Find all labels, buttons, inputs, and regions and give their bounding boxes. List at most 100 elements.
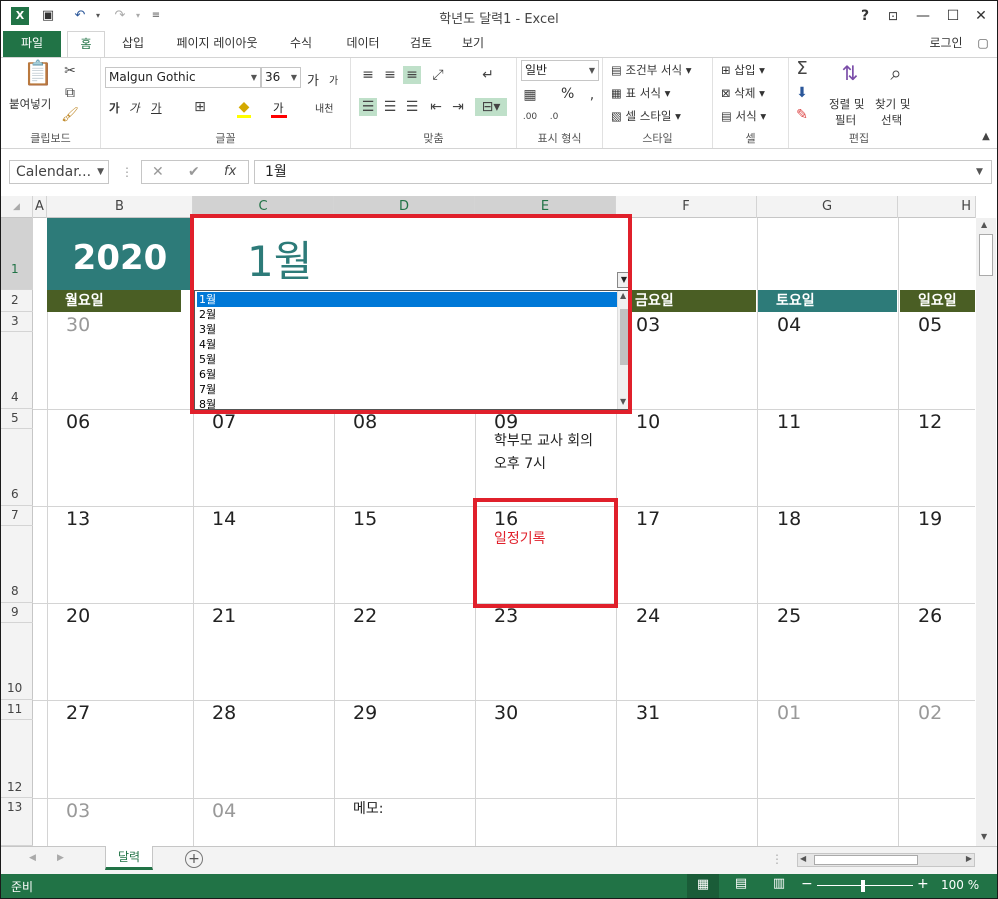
- day-cell[interactable]: 04: [777, 314, 801, 336]
- scroll-up-icon[interactable]: ▲: [981, 220, 987, 229]
- day-cell[interactable]: 24: [636, 605, 660, 627]
- col-header-g[interactable]: G: [757, 196, 898, 218]
- row-header-2[interactable]: 2: [1, 290, 33, 312]
- decrease-decimal-icon[interactable]: .0: [545, 108, 563, 126]
- clear-icon[interactable]: ✎: [793, 106, 811, 124]
- copy-icon[interactable]: ⧉: [61, 84, 79, 102]
- italic-button[interactable]: 가: [129, 100, 140, 116]
- insert-cells-button[interactable]: ⊞ 삽입 ▾: [721, 62, 765, 78]
- phonetic-button[interactable]: 내천: [315, 100, 333, 115]
- number-format-select[interactable]: 일반 ▼: [521, 60, 599, 81]
- zoom-level[interactable]: 100 %: [941, 878, 979, 892]
- day-cell[interactable]: 30: [66, 314, 90, 336]
- decrease-indent-icon[interactable]: ⇤: [427, 98, 445, 116]
- day-cell[interactable]: 05: [918, 314, 942, 336]
- align-top-icon[interactable]: ≡: [359, 66, 377, 84]
- collapse-ribbon-icon[interactable]: ▲: [977, 128, 995, 146]
- vertical-scrollbar[interactable]: ▲ ▼: [976, 218, 996, 846]
- day-cell[interactable]: 03: [66, 800, 90, 822]
- col-header-f[interactable]: F: [616, 196, 757, 218]
- row-header-10[interactable]: 10: [1, 623, 33, 700]
- enter-icon[interactable]: ✔: [188, 164, 200, 180]
- tab-split-grip-icon[interactable]: ⋮: [771, 852, 783, 866]
- day-cell[interactable]: 30: [494, 702, 518, 724]
- memo-label[interactable]: 메모:: [353, 798, 383, 821]
- maximize-icon[interactable]: ☐: [939, 5, 967, 27]
- paste-icon[interactable]: 📋: [23, 61, 53, 94]
- login-link[interactable]: 로그인: [921, 31, 971, 57]
- user-icon[interactable]: ▢: [973, 31, 993, 57]
- day-cell[interactable]: 23: [494, 605, 518, 627]
- name-box[interactable]: Calendar... ▼: [9, 160, 109, 184]
- sort-filter-button[interactable]: 정렬 및: [829, 96, 864, 112]
- minimize-icon[interactable]: —: [909, 5, 937, 27]
- tab-formulas[interactable]: 수식: [281, 31, 321, 57]
- tab-data[interactable]: 데이터: [337, 31, 389, 57]
- day-cell[interactable]: 02: [918, 702, 942, 724]
- row-header-7[interactable]: 7: [1, 506, 33, 526]
- row-header-5[interactable]: 5: [1, 409, 33, 429]
- tab-review[interactable]: 검토: [399, 31, 443, 57]
- page-layout-view-icon[interactable]: ▤: [729, 876, 753, 891]
- day-cell[interactable]: 15: [353, 508, 377, 530]
- find-select-button[interactable]: 찾기 및: [875, 96, 910, 112]
- year-cell[interactable]: 2020: [47, 218, 193, 290]
- row-header-12[interactable]: 12: [1, 720, 33, 798]
- zoom-in-icon[interactable]: +: [917, 876, 929, 892]
- scroll-right-icon[interactable]: ▶: [966, 854, 972, 863]
- cell-styles-button[interactable]: ▧ 셀 스타일 ▾: [611, 108, 681, 124]
- increase-indent-icon[interactable]: ⇥: [449, 98, 467, 116]
- day-cell[interactable]: 06: [66, 411, 90, 433]
- day-cell[interactable]: 19: [918, 508, 942, 530]
- comma-icon[interactable]: ,: [583, 86, 601, 104]
- align-left-icon[interactable]: ☰: [359, 98, 377, 116]
- cancel-icon[interactable]: ✕: [152, 164, 164, 180]
- row-header-13[interactable]: 13: [1, 798, 33, 846]
- merge-center-icon[interactable]: ⊟▾: [475, 98, 507, 116]
- percent-button[interactable]: %: [561, 86, 574, 102]
- bold-button[interactable]: 가: [109, 100, 120, 116]
- close-icon[interactable]: ✕: [967, 5, 995, 27]
- font-name-select[interactable]: Malgun Gothic ▼: [105, 67, 261, 88]
- day-cell[interactable]: 18: [777, 508, 801, 530]
- day-cell[interactable]: 28: [212, 702, 236, 724]
- event-meeting[interactable]: 학부모 교사 회의: [494, 430, 593, 453]
- row-header-4[interactable]: 4: [1, 332, 33, 409]
- row-header-3[interactable]: 3: [1, 312, 33, 332]
- tab-file[interactable]: 파일: [3, 31, 61, 57]
- font-color-button[interactable]: 가: [273, 100, 284, 116]
- autosum-icon[interactable]: Σ: [793, 60, 811, 78]
- event-time[interactable]: 오후 7시: [494, 453, 546, 476]
- day-cell[interactable]: 14: [212, 508, 236, 530]
- day-cell[interactable]: 25: [777, 605, 801, 627]
- hscroll-thumb[interactable]: [814, 855, 918, 865]
- row-header-9[interactable]: 9: [1, 603, 33, 623]
- align-middle-icon[interactable]: ≡: [381, 66, 399, 84]
- zoom-slider[interactable]: [817, 885, 913, 886]
- day-cell[interactable]: 04: [212, 800, 236, 822]
- col-header-a[interactable]: A: [33, 196, 47, 218]
- align-right-icon[interactable]: ☰: [403, 98, 421, 116]
- sort-filter-icon[interactable]: ⇅: [835, 63, 865, 83]
- insert-function-icon[interactable]: fx: [224, 164, 236, 179]
- row-header-8[interactable]: 8: [1, 526, 33, 603]
- select-all-corner[interactable]: ◢: [1, 196, 33, 218]
- day-cell[interactable]: 29: [353, 702, 377, 724]
- row-header-1[interactable]: 1: [1, 218, 33, 290]
- day-cell[interactable]: 08: [353, 411, 377, 433]
- row-header-6[interactable]: 6: [1, 429, 33, 506]
- scroll-left-icon[interactable]: ◀: [800, 854, 806, 863]
- day-cell[interactable]: 20: [66, 605, 90, 627]
- day-cell[interactable]: 07: [212, 411, 236, 433]
- tab-home[interactable]: 홈: [67, 31, 105, 57]
- delete-cells-button[interactable]: ⊠ 삭제 ▾: [721, 85, 765, 101]
- day-cell[interactable]: 03: [636, 314, 660, 336]
- normal-view-icon[interactable]: ▦: [687, 874, 719, 898]
- format-cells-button[interactable]: ▤ 서식 ▾: [721, 108, 766, 124]
- day-cell[interactable]: 21: [212, 605, 236, 627]
- sheet-tab-calendar[interactable]: 달력: [105, 846, 153, 870]
- help-button[interactable]: ?: [851, 5, 879, 27]
- shrink-font-button[interactable]: 가: [329, 72, 338, 87]
- conditional-format-button[interactable]: ▤ 조건부 서식 ▾: [611, 62, 692, 78]
- grow-font-button[interactable]: 가: [307, 70, 319, 89]
